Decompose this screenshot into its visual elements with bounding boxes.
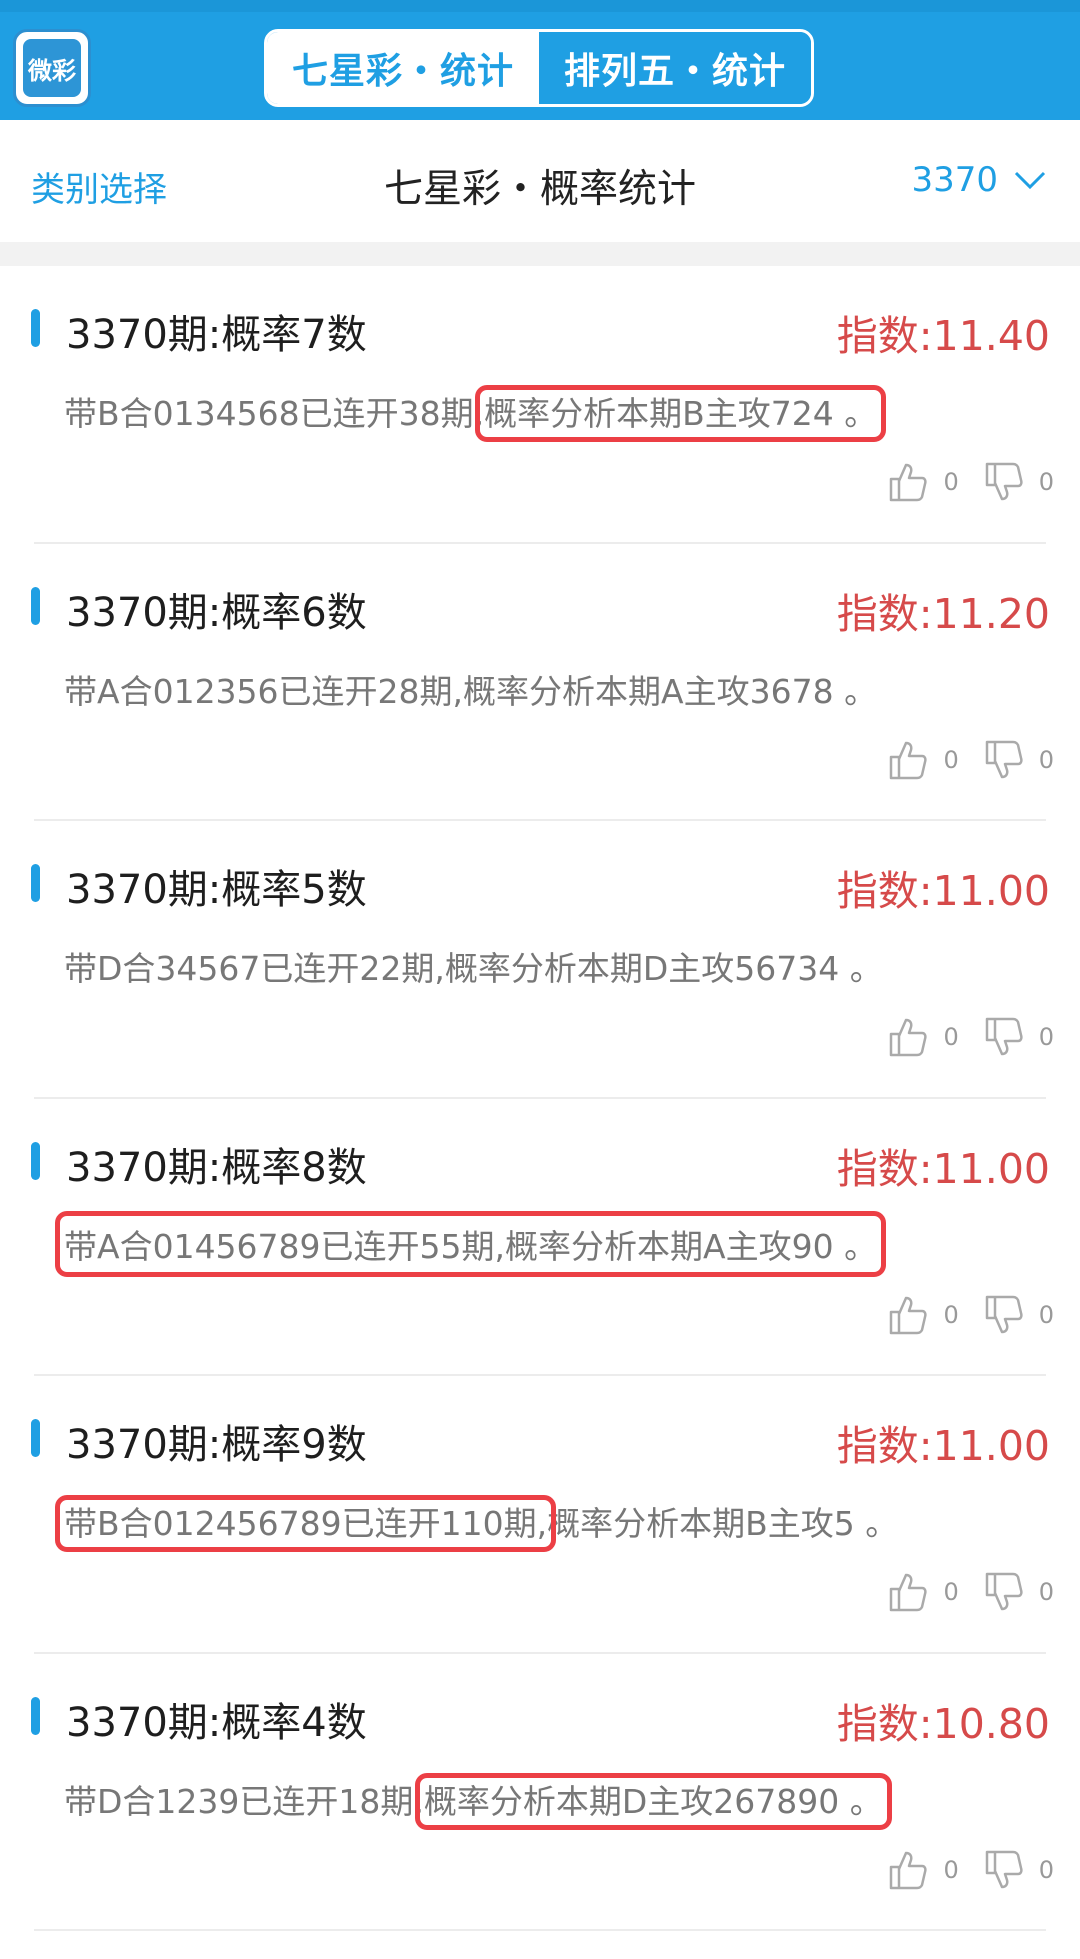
thumbs-down-icon <box>985 1295 1023 1333</box>
card-title: 3370期:概率6数 <box>66 589 367 636</box>
card-title: 3370期:概率7数 <box>66 312 367 358</box>
card-title: 3370期:概率8数 <box>66 1144 367 1191</box>
vote-bar: 0 0 <box>863 1572 1054 1612</box>
stats-card: 3370期:概率8数 指数:11.00 带A合01456789已连开55期,概率… <box>0 1098 1080 1376</box>
card-index-value: 指数:11.00 <box>836 867 1050 915</box>
dislike-count: 0 <box>1038 1855 1054 1884</box>
card-description-part-a: 带D合34567已连开22期, <box>64 949 445 988</box>
stats-card: 3370期:概率6数 指数:11.20 带A合012356已连开28期,概率分析… <box>0 543 1080 821</box>
sub-header: 类别选择 七星彩・概率统计 3370 <box>0 120 1080 242</box>
issue-selector[interactable]: 3370 <box>911 160 1046 200</box>
card-accent-bar <box>31 309 40 347</box>
card-description-part-a: 带B合012456789已连开110期, <box>54 1495 557 1552</box>
like-count: 0 <box>943 1855 959 1884</box>
card-title: 3370期:概率5数 <box>66 867 367 913</box>
card-description-part-a: 带A合01456789已连开55期, <box>64 1226 506 1266</box>
vote-bar: 0 0 <box>863 740 1054 780</box>
top-app-bar: 微彩 七星彩・统计 排列五・统计 <box>0 0 1080 120</box>
card-accent-bar <box>31 1141 40 1180</box>
chevron-down-icon <box>1014 171 1046 190</box>
dislike-count: 0 <box>1038 468 1054 496</box>
like-count: 0 <box>943 1023 959 1051</box>
card-description-part-b: 概率分析本期D主攻56734 。 <box>444 949 883 988</box>
stats-card: 3370期:概率7数 指数:11.40 带B合0134568已连开38期,概率分… <box>0 266 1080 544</box>
like-button[interactable]: 0 <box>889 740 959 780</box>
stats-list: 3370期:概率7数 指数:11.40 带B合0134568已连开38期,概率分… <box>0 266 1080 1931</box>
thumbs-up-icon <box>890 463 928 502</box>
app-logo[interactable]: 微彩 <box>13 29 91 107</box>
dislike-button[interactable]: 0 <box>985 1017 1054 1057</box>
stats-card: 3370期:概率5数 指数:11.00 带D合34567已连开22期,概率分析本… <box>0 821 1080 1099</box>
card-description: 带D合1239已连开18期,概率分析本期D主攻267890 。 <box>64 1772 892 1830</box>
card-description: 带A合012356已连开28期,概率分析本期A主攻3678 。 <box>64 665 877 713</box>
like-button[interactable]: 0 <box>889 1572 959 1612</box>
like-button[interactable]: 0 <box>889 1295 959 1335</box>
card-title: 3370期:概率9数 <box>66 1422 367 1468</box>
dislike-count: 0 <box>1038 1023 1054 1051</box>
card-accent-bar <box>31 1696 40 1735</box>
thumbs-up-icon <box>890 1296 928 1334</box>
stats-card: 3370期:概率4数 指数:10.80 带D合1239已连开18期,概率分析本期… <box>0 1653 1080 1931</box>
card-description-part-b: 概率分析本期B主攻5 。 <box>547 1504 899 1543</box>
card-description-part-b: 概率分析本期B主攻724 。 <box>475 385 887 442</box>
thumbs-up-icon <box>890 741 928 779</box>
card-index-value: 指数:11.20 <box>836 589 1050 638</box>
dislike-count: 0 <box>1038 1578 1054 1606</box>
card-description: 带B合0134568已连开38期,概率分析本期B主攻724 。 <box>64 385 887 442</box>
app-logo-text: 微彩 <box>23 39 81 97</box>
card-description: 带B合012456789已连开110期,概率分析本期B主攻5 。 <box>54 1495 899 1552</box>
card-description-part-b: 概率分析本期A主攻3678 。 <box>463 671 878 711</box>
card-accent-bar <box>31 1419 40 1457</box>
card-accent-bar <box>31 586 40 625</box>
vote-bar: 0 0 <box>863 462 1054 502</box>
card-description-part-b: 概率分析本期D主攻267890 。 <box>414 1772 892 1830</box>
thumbs-up-icon <box>890 1851 928 1889</box>
like-count: 0 <box>943 1300 959 1329</box>
thumbs-up-icon <box>890 1018 928 1057</box>
thumbs-down-icon <box>985 740 1023 778</box>
like-button[interactable]: 0 <box>889 462 959 502</box>
stats-card: 3370期:概率9数 指数:11.00 带B合012456789已连开110期,… <box>0 1376 1080 1654</box>
vote-bar: 0 0 <box>863 1850 1054 1890</box>
tab-pailiewu-stats[interactable]: 排列五・统计 <box>539 32 811 104</box>
like-count: 0 <box>943 468 959 496</box>
dislike-button[interactable]: 0 <box>985 1572 1054 1612</box>
like-count: 0 <box>943 1578 959 1606</box>
issue-number: 3370 <box>911 160 998 200</box>
card-description-part-a: 带A合012356已连开28期, <box>64 671 464 711</box>
card-index-value: 指数:11.40 <box>836 312 1050 360</box>
like-button[interactable]: 0 <box>889 1017 959 1057</box>
dislike-button[interactable]: 0 <box>985 1295 1054 1335</box>
thumbs-up-icon <box>890 1573 928 1612</box>
tab-qixingcai-stats[interactable]: 七星彩・统计 <box>267 32 539 104</box>
dislike-button[interactable]: 0 <box>985 1850 1054 1890</box>
like-count: 0 <box>943 745 959 774</box>
card-index-value: 指数:11.00 <box>836 1144 1050 1193</box>
thumbs-down-icon <box>985 1017 1023 1056</box>
thumbs-down-icon <box>985 462 1023 501</box>
dislike-button[interactable]: 0 <box>985 462 1054 502</box>
card-accent-bar <box>31 864 40 902</box>
card-title: 3370期:概率4数 <box>66 1699 367 1746</box>
card-description-part-a: 带D合1239已连开18期, <box>64 1781 424 1821</box>
dislike-button[interactable]: 0 <box>985 740 1054 780</box>
lottery-type-switch: 七星彩・统计 排列五・统计 <box>264 29 814 107</box>
vote-bar: 0 0 <box>863 1017 1054 1057</box>
like-button[interactable]: 0 <box>889 1850 959 1890</box>
card-description: 带D合34567已连开22期,概率分析本期D主攻56734 。 <box>64 942 883 990</box>
card-index-value: 指数:11.00 <box>836 1422 1050 1470</box>
card-description-part-b: 概率分析本期A主攻90 。 <box>505 1226 878 1266</box>
dislike-count: 0 <box>1038 1300 1054 1329</box>
card-index-value: 指数:10.80 <box>836 1699 1050 1748</box>
thumbs-down-icon <box>985 1572 1023 1611</box>
card-description-part-a: 带B合0134568已连开38期, <box>64 394 485 433</box>
dislike-count: 0 <box>1038 745 1054 774</box>
card-description: 带A合01456789已连开55期,概率分析本期A主攻90 。 <box>54 1210 887 1277</box>
section-divider <box>0 242 1080 266</box>
vote-bar: 0 0 <box>863 1295 1054 1335</box>
thumbs-down-icon <box>985 1850 1023 1888</box>
